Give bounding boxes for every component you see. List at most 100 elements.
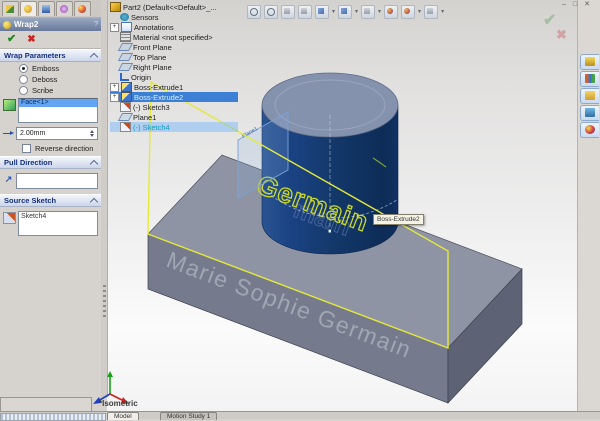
zoom-area-icon[interactable] [264,5,278,19]
emboss-option[interactable]: Emboss [19,64,101,73]
collapse-chevron-icon[interactable] [90,197,98,205]
motion-study-tab[interactable]: Motion Study 1 [160,412,217,420]
tree-item-front-plane[interactable]: Front Plane [110,42,238,52]
tree-item-right-plane[interactable]: Right Plane [110,62,238,72]
design-library-tab[interactable] [580,71,599,87]
wrap-parameters-group-header[interactable]: Wrap Parameters [0,49,101,62]
hide-show-items-icon[interactable] [361,5,375,19]
face-selection-row: Face<1> [3,98,98,123]
tree-item-label: (-) Sketch4 [133,123,170,132]
view-settings-dropdown-icon[interactable]: ▾ [441,6,444,18]
pull-direction-arrow-icon: ↗ [3,173,14,185]
splitter-grip[interactable] [103,285,106,319]
tree-item-part2[interactable]: Part2 (Default<<Default>_... [110,2,238,12]
expand-icon[interactable]: + [110,93,119,102]
collapse-chevron-icon[interactable] [90,159,98,167]
plane-icon [118,53,133,61]
dimxpertmanager-tab[interactable] [56,1,73,16]
featuremanager-tab[interactable] [2,1,19,16]
thickness-value[interactable]: 2.00mm [17,130,45,137]
pull-direction-group-header[interactable]: Pull Direction [0,156,101,169]
part-icon [110,2,121,12]
scribe-radio[interactable] [19,86,28,95]
tree-item-sensors[interactable]: Sensors [110,12,238,22]
property-manager-title: Wrap2 [14,20,38,29]
spinner-up-icon[interactable] [90,130,94,133]
sketch-icon [120,102,131,112]
tree-item-origin[interactable]: Origin [110,72,238,82]
selected-face-item[interactable]: Face<1> [19,99,97,107]
pull-direction-selection-box[interactable] [16,173,98,189]
sketch-point[interactable] [329,230,332,233]
expand-icon[interactable]: + [110,83,119,92]
confirmation-corner-cancel-icon[interactable]: ✖ [556,27,567,43]
task-pane [577,0,600,411]
scribe-option[interactable]: Scribe [19,86,101,95]
view-settings-icon[interactable] [424,5,438,19]
source-sketch-group-header[interactable]: Source Sketch [0,194,101,207]
pull-direction-row: ↗ [3,173,98,189]
deboss-option[interactable]: Deboss [19,75,101,84]
face-selection-listbox[interactable]: Face<1> [18,98,98,123]
close-button[interactable]: ✕ [584,0,590,9]
confirmation-corner-ok-icon[interactable]: ✔ [543,10,556,30]
cancel-button[interactable]: ✖ [27,35,35,45]
horizontal-scrollbar[interactable] [0,413,106,421]
tree-item-sketch3[interactable]: (-) Sketch3 [110,102,238,112]
deboss-radio[interactable] [19,75,28,84]
previous-view-icon[interactable] [281,5,295,19]
solidworks-resources-tab[interactable] [580,54,599,70]
model-tab[interactable]: Model [107,412,139,420]
tree-item-annotations[interactable]: + Annotations [110,22,238,32]
view-orientation-glyph [318,8,324,14]
view-orientation-dropdown-icon[interactable]: ▾ [332,6,335,18]
expand-icon[interactable]: + [110,23,119,32]
extrude-icon [121,82,132,92]
thickness-spinbox[interactable]: 2.00mm [16,127,98,140]
tree-item-sketch4[interactable]: (-) Sketch4 [110,122,238,132]
apply-scene-glyph [404,8,410,14]
section-view-icon[interactable] [298,5,312,19]
appearances-tab[interactable] [580,122,599,138]
display-style-glyph [341,8,347,14]
source-sketch-row: Sketch4 [3,211,98,236]
displaymanager-tab[interactable] [74,1,91,16]
spinner-down-icon[interactable] [90,134,94,137]
display-style-icon[interactable] [338,5,352,19]
tree-item-boss-extrude1[interactable]: + Boss-Extrude1 [110,82,238,92]
tree-item-boss-extrude2[interactable]: + Boss-Extrude2 [110,92,238,102]
ok-button[interactable]: ✔ [7,34,16,45]
emboss-radio[interactable] [19,64,28,73]
wrap-parameters-label: Wrap Parameters [4,51,66,60]
zoom-fit-glyph [250,8,258,16]
hide-show-items-dropdown-icon[interactable]: ▾ [378,6,381,18]
restore-button[interactable]: □ [573,0,577,9]
zoom-fit-icon[interactable] [247,5,261,19]
panel-splitter[interactable] [101,0,108,397]
sensors-icon [120,13,129,21]
thickness-spinner[interactable] [89,128,96,139]
propertymanager-tab[interactable] [20,1,37,16]
tree-item-top-plane[interactable]: Top Plane [110,52,238,62]
plane-icon [118,113,133,121]
pull-direction-label: Pull Direction [4,158,52,167]
view-orientation-icon[interactable] [315,5,329,19]
hide-show-items-glyph [364,8,370,14]
tree-item-material[interactable]: Material <not specified> [110,32,238,42]
reverse-direction-option[interactable]: Reverse direction [22,144,101,153]
apply-scene-icon[interactable] [401,5,415,19]
collapse-chevron-icon[interactable] [90,52,98,60]
reverse-direction-checkbox[interactable] [22,144,31,153]
help-icon[interactable]: ? [94,21,98,28]
display-style-dropdown-icon[interactable]: ▾ [355,6,358,18]
tree-item-plane1[interactable]: Plane1 [110,112,238,122]
minimize-button[interactable]: – [562,0,566,9]
apply-scene-dropdown-icon[interactable]: ▾ [418,6,421,18]
solidworks-window: { "win": {"minimize": "–", "restore": "□… [0,0,600,418]
configurationmanager-tab[interactable] [38,1,55,16]
task-pane-tabs [580,54,599,138]
view-palette-tab[interactable] [580,105,599,121]
file-explorer-tab[interactable] [580,88,599,104]
source-sketch-listbox[interactable]: Sketch4 [18,211,98,236]
edit-appearance-icon[interactable] [384,5,398,19]
